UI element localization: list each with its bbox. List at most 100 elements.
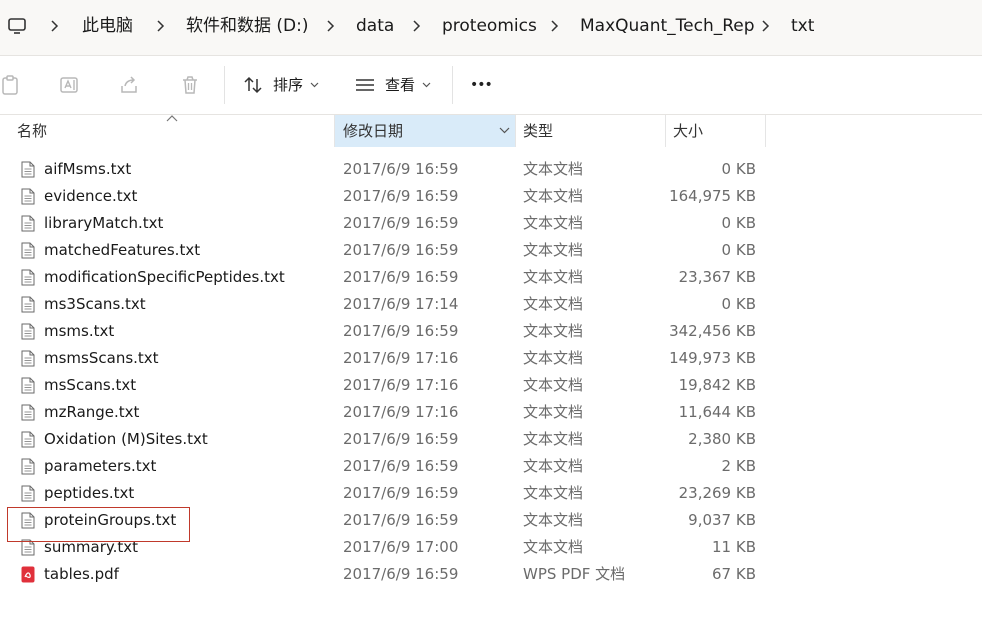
delete-icon[interactable]: [179, 74, 201, 96]
file-name: msmsScans.txt: [44, 349, 159, 367]
breadcrumb-item-txt[interactable]: txt: [791, 15, 814, 37]
text-file-icon: [21, 404, 35, 421]
text-file-icon: [21, 215, 35, 232]
file-name: peptides.txt: [44, 484, 135, 502]
file-row[interactable]: msScans.txt 2017/6/9 17:16 文本文档 19,842 K…: [0, 372, 982, 399]
rename-icon[interactable]: [58, 74, 80, 96]
breadcrumb-item-data[interactable]: data: [356, 15, 394, 37]
breadcrumb: 此电脑 软件和数据 (D:) data proteomics MaxQuant_…: [0, 0, 982, 56]
file-type: 文本文档: [523, 268, 584, 286]
file-row[interactable]: evidence.txt 2017/6/9 16:59 文本文档 164,975…: [0, 183, 982, 210]
file-name: Oxidation (M)Sites.txt: [44, 430, 208, 448]
toolbar-divider: [452, 66, 453, 104]
view-button[interactable]: 查看: [355, 72, 435, 98]
column-header-size[interactable]: 大小: [673, 115, 763, 147]
file-size: 2,380 KB: [688, 430, 756, 448]
chevron-right-icon[interactable]: [47, 17, 61, 35]
file-date: 2017/6/9 17:00: [343, 538, 459, 556]
breadcrumb-item-drive-d[interactable]: 软件和数据 (D:): [186, 15, 309, 37]
file-name: aifMsms.txt: [44, 160, 132, 178]
file-size: 23,269 KB: [678, 484, 756, 502]
breadcrumb-item-this-pc[interactable]: 此电脑: [82, 15, 133, 37]
text-file-icon: [21, 269, 35, 286]
file-type: 文本文档: [523, 376, 584, 394]
chevron-down-icon[interactable]: [499, 126, 510, 135]
file-date: 2017/6/9 16:59: [343, 430, 459, 448]
chevron-right-icon[interactable]: [409, 17, 423, 35]
file-row[interactable]: Oxidation (M)Sites.txt 2017/6/9 16:59 文本…: [0, 426, 982, 453]
file-row[interactable]: peptides.txt 2017/6/9 16:59 文本文档 23,269 …: [0, 480, 982, 507]
file-row[interactable]: mzRange.txt 2017/6/9 17:16 文本文档 11,644 K…: [0, 399, 982, 426]
file-row[interactable]: matchedFeatures.txt 2017/6/9 16:59 文本文档 …: [0, 237, 982, 264]
file-row[interactable]: msms.txt 2017/6/9 16:59 文本文档 342,456 KB: [0, 318, 982, 345]
file-date: 2017/6/9 16:59: [343, 484, 459, 502]
file-name: msms.txt: [44, 322, 115, 340]
chevron-right-icon[interactable]: [547, 17, 561, 35]
file-date: 2017/6/9 16:59: [343, 214, 459, 232]
file-row[interactable]: aifMsms.txt 2017/6/9 16:59 文本文档 0 KB: [0, 156, 982, 183]
breadcrumb-item-proteomics[interactable]: proteomics: [442, 15, 537, 37]
chevron-right-icon[interactable]: [323, 17, 337, 35]
view-list-icon: [356, 79, 374, 91]
file-date: 2017/6/9 16:59: [343, 565, 459, 583]
file-name: libraryMatch.txt: [44, 214, 164, 232]
text-file-icon: [21, 377, 35, 394]
text-file-icon: [21, 485, 35, 502]
file-type: 文本文档: [523, 457, 584, 475]
file-size: 23,367 KB: [678, 268, 756, 286]
file-row[interactable]: ms3Scans.txt 2017/6/9 17:14 文本文档 0 KB: [0, 291, 982, 318]
chevron-right-icon[interactable]: [153, 17, 167, 35]
file-date: 2017/6/9 16:59: [343, 241, 459, 259]
file-size: 164,975 KB: [669, 187, 756, 205]
file-row[interactable]: modificationSpecificPeptides.txt 2017/6/…: [0, 264, 982, 291]
file-size: 67 KB: [712, 565, 756, 583]
column-header-date-label: 修改日期: [343, 122, 404, 140]
file-row[interactable]: parameters.txt 2017/6/9 16:59 文本文档 2 KB: [0, 453, 982, 480]
toolbar-divider: [224, 66, 225, 104]
breadcrumb-item-maxquant[interactable]: MaxQuant_Tech_Rep: [580, 15, 755, 37]
file-name: matchedFeatures.txt: [44, 241, 201, 259]
pdf-file-icon: [21, 566, 35, 583]
file-name: msScans.txt: [44, 376, 137, 394]
text-file-icon: [21, 458, 35, 475]
file-name: modificationSpecificPeptides.txt: [44, 268, 285, 286]
file-type: 文本文档: [523, 484, 584, 502]
column-header-type[interactable]: 类型: [523, 115, 663, 147]
chevron-down-icon: [310, 82, 319, 88]
file-date: 2017/6/9 16:59: [343, 511, 459, 529]
column-header-name[interactable]: 名称: [17, 115, 317, 147]
file-type: 文本文档: [523, 160, 584, 178]
file-name: parameters.txt: [44, 457, 157, 475]
file-type: 文本文档: [523, 511, 584, 529]
file-row[interactable]: libraryMatch.txt 2017/6/9 16:59 文本文档 0 K…: [0, 210, 982, 237]
computer-icon[interactable]: [7, 16, 27, 36]
chevron-down-icon: [422, 82, 431, 88]
file-size: 2 KB: [721, 457, 756, 475]
file-name: ms3Scans.txt: [44, 295, 146, 313]
file-row[interactable]: tables.pdf 2017/6/9 16:59 WPS PDF 文档 67 …: [0, 561, 982, 588]
column-divider[interactable]: [665, 115, 666, 147]
file-type: 文本文档: [523, 187, 584, 205]
column-header-date[interactable]: 修改日期: [335, 115, 515, 147]
file-size: 149,973 KB: [669, 349, 756, 367]
file-date: 2017/6/9 16:59: [343, 160, 459, 178]
column-divider[interactable]: [765, 115, 766, 147]
file-size: 11,644 KB: [678, 403, 756, 421]
chevron-right-icon[interactable]: [758, 17, 772, 35]
file-date: 2017/6/9 16:59: [343, 187, 459, 205]
text-file-icon: [21, 350, 35, 367]
text-file-icon: [21, 242, 35, 259]
more-options-button[interactable]: •••: [470, 72, 500, 98]
share-icon[interactable]: [118, 74, 140, 96]
file-date: 2017/6/9 17:16: [343, 349, 459, 367]
text-file-icon: [21, 296, 35, 313]
paste-icon[interactable]: [0, 74, 22, 96]
column-divider[interactable]: [515, 115, 516, 147]
text-file-icon: [21, 323, 35, 340]
file-type: 文本文档: [523, 349, 584, 367]
file-size: 0 KB: [721, 214, 756, 232]
sort-button[interactable]: 排序: [243, 72, 323, 98]
file-size: 19,842 KB: [678, 376, 756, 394]
file-row[interactable]: msmsScans.txt 2017/6/9 17:16 文本文档 149,97…: [0, 345, 982, 372]
file-name: tables.pdf: [44, 565, 119, 583]
